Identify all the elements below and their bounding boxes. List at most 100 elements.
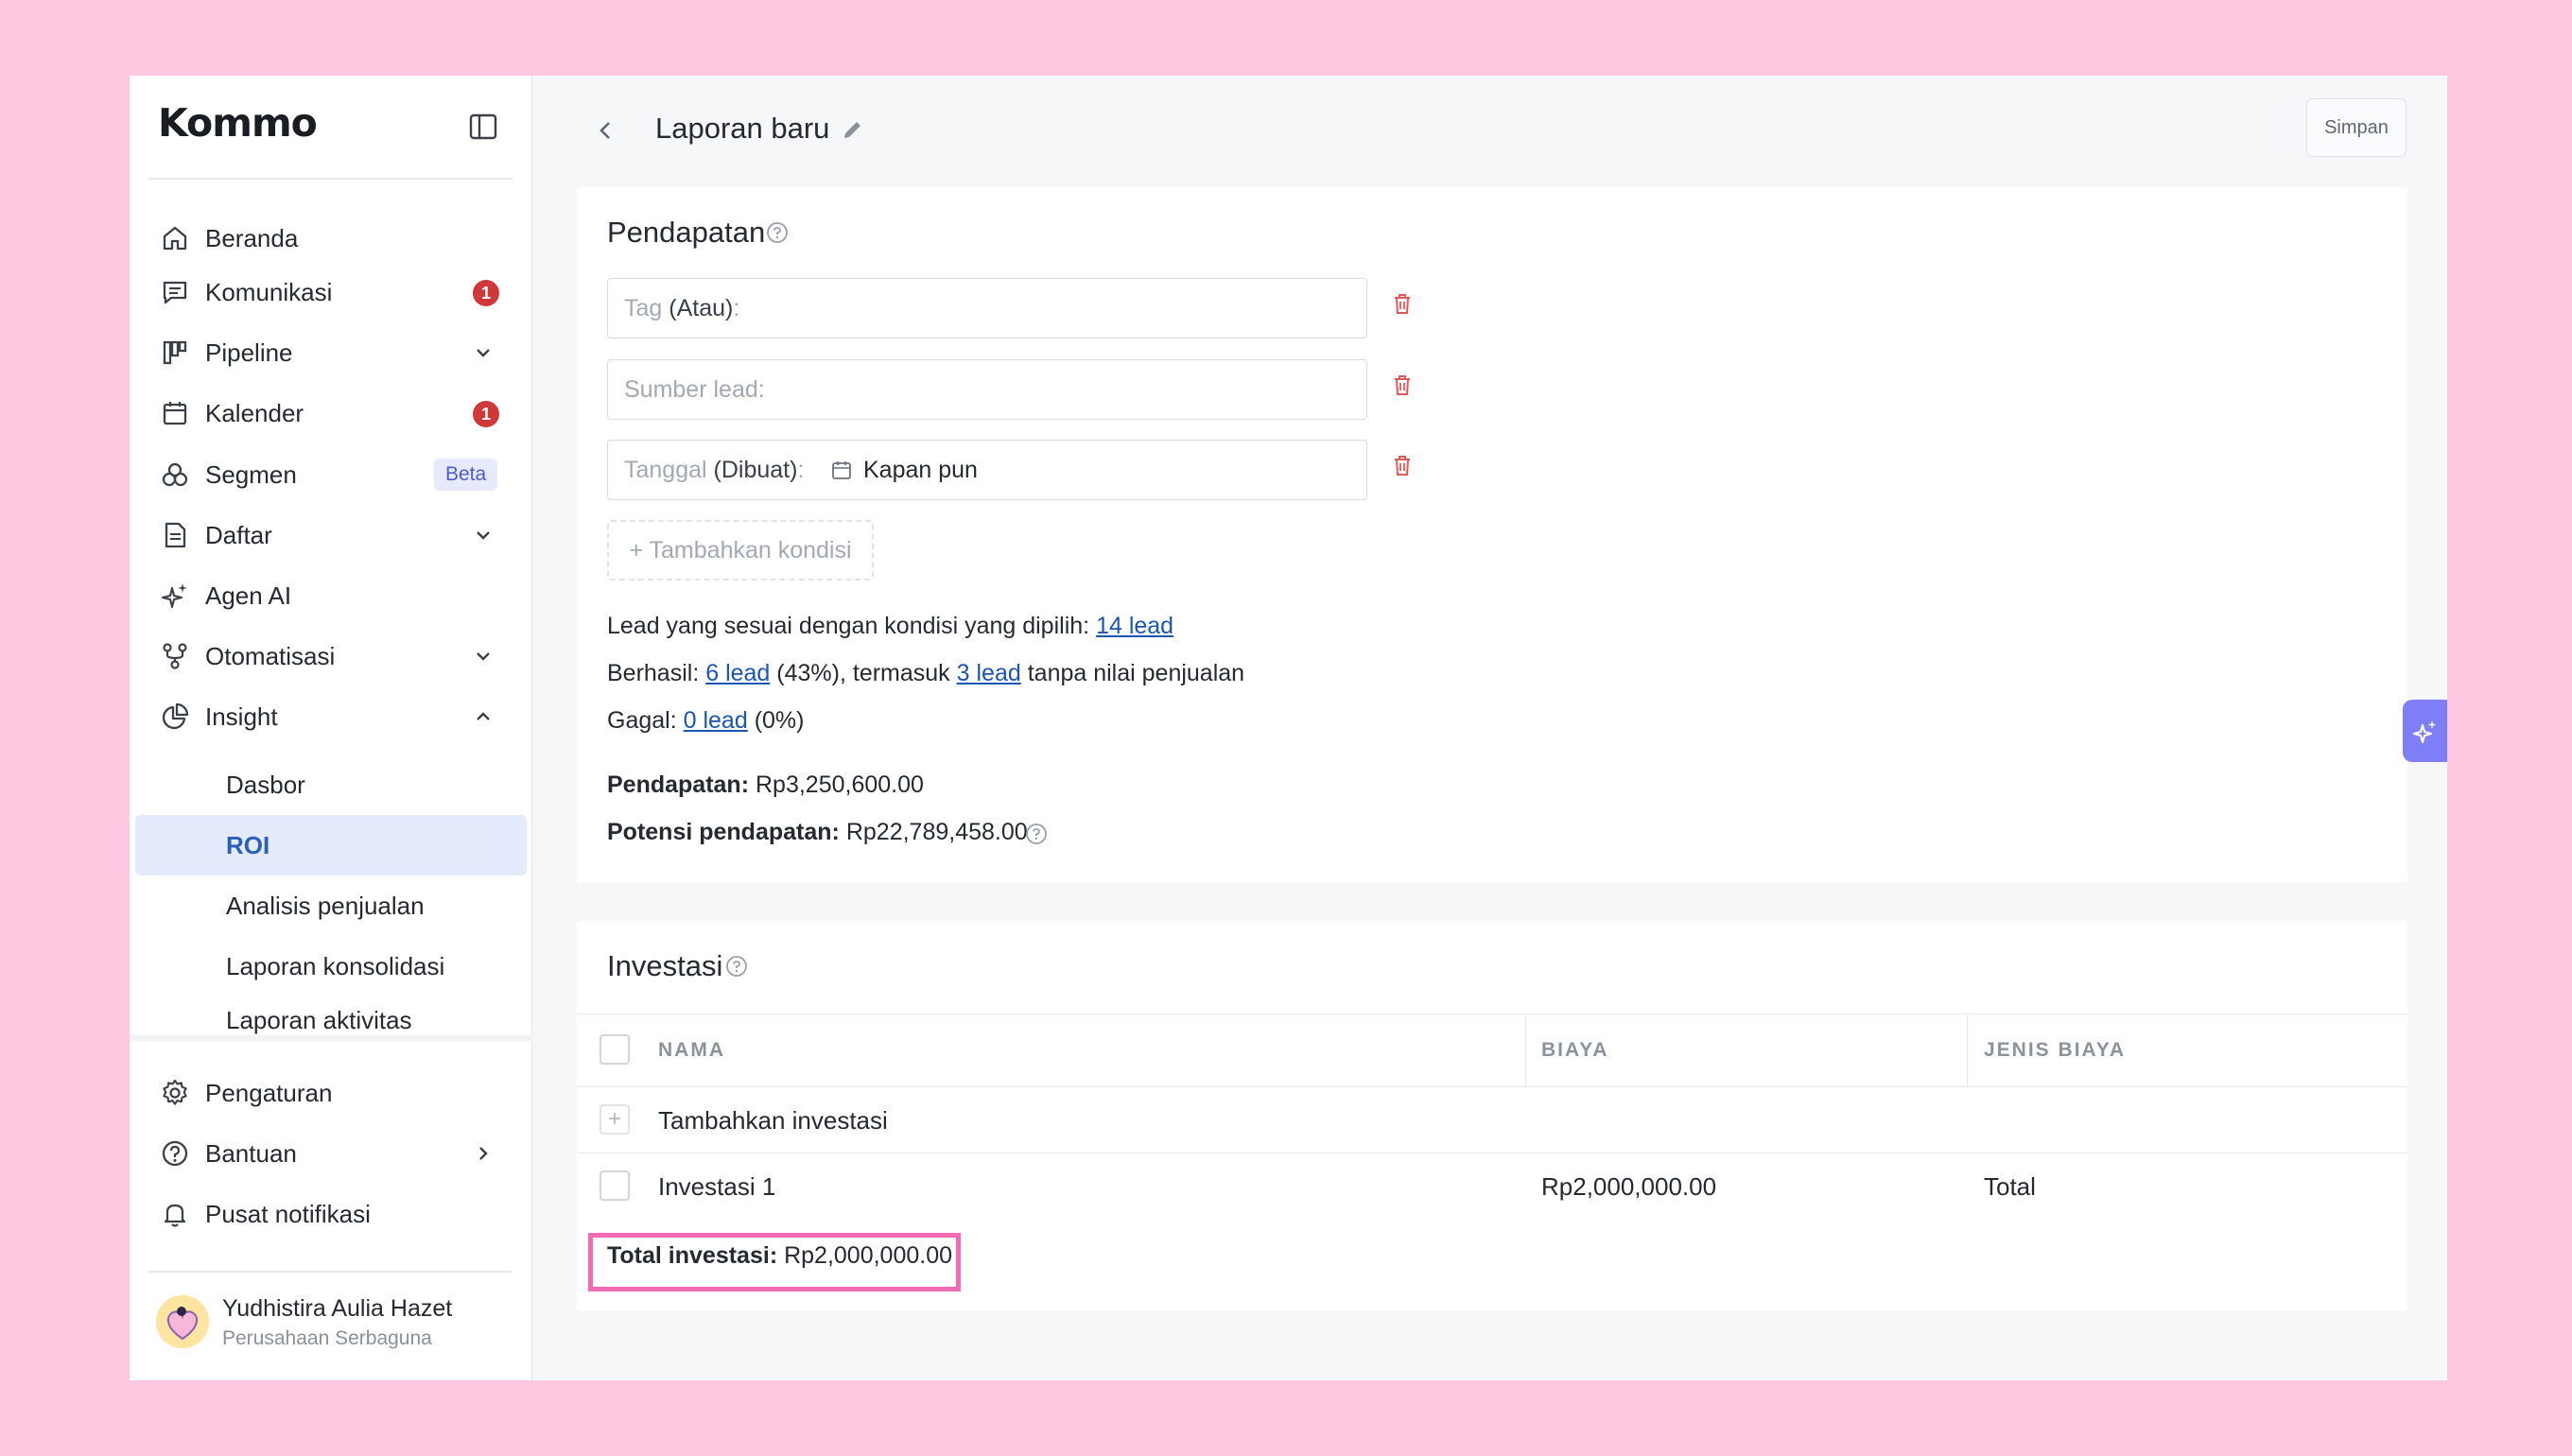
page-title: Laporan baru: [655, 112, 830, 145]
row-checkbox[interactable]: [600, 1170, 630, 1201]
sidebar-item-label: Segmen: [205, 459, 297, 489]
filter-qualifier: (Atau): [669, 295, 734, 321]
sidebar-subitem-laporan-konsolidasi[interactable]: Laporan konsolidasi: [135, 936, 532, 997]
back-arrow-icon[interactable]: [589, 113, 623, 147]
trash-icon[interactable]: [1390, 453, 1415, 477]
sidebar-subitem-roi[interactable]: ROI: [135, 815, 527, 875]
sidebar-item-beranda[interactable]: Beranda: [130, 212, 532, 265]
column-header-biaya[interactable]: BIAYA: [1541, 1014, 1608, 1086]
sidebar-item-pusat-notifikasi[interactable]: Pusat notifikasi: [130, 1187, 532, 1240]
sidebar-item-label: Pengaturan: [205, 1078, 333, 1107]
ai-assistant-button[interactable]: [2403, 700, 2447, 762]
sidebar-item-pipeline[interactable]: Pipeline: [130, 326, 532, 379]
date-filter-label: Tanggal (Dibuat):: [624, 457, 804, 484]
pencil-icon[interactable]: [841, 117, 865, 142]
chat-icon: [163, 281, 187, 304]
filter-suffix: :: [733, 295, 740, 321]
sidebar-item-pengaturan[interactable]: Pengaturan: [130, 1066, 532, 1119]
sidebar-item-label: Daftar: [205, 520, 272, 549]
sidebar-item-komunikasi[interactable]: Komunikasi 1: [130, 266, 532, 319]
chevron-down-icon: [477, 349, 490, 357]
investment-cost: Rp2,000,000.00: [1541, 1172, 1717, 1201]
investment-card: Investasi NAMA BIAYA JENIS BIAYA + Tamba…: [577, 921, 2407, 1310]
success-lead-link[interactable]: 6 lead: [705, 660, 770, 686]
sidebar-item-insight[interactable]: Insight: [130, 690, 532, 743]
avatar: [156, 1295, 209, 1348]
sidebar: Kommo Beranda Komunikasi 1 Pipeline Kale…: [130, 76, 532, 1380]
date-filter-field[interactable]: Tanggal (Dibuat): Kapan pun: [607, 440, 1367, 500]
sidebar-item-segmen[interactable]: Segmen Beta: [130, 448, 532, 501]
investment-name: Investasi 1: [658, 1172, 776, 1201]
sidebar-item-daftar[interactable]: Daftar: [130, 509, 532, 562]
chevron-right-icon: [479, 1147, 488, 1160]
sidebar-item-label: Beranda: [205, 223, 299, 252]
revenue-value: Rp3,250,600.00: [755, 771, 924, 798]
success-summary: Berhasil: 6 lead (43%), termasuk 3 lead …: [607, 660, 1244, 687]
column-header-jenis-biaya[interactable]: JENIS BIAYA: [1984, 1014, 2126, 1086]
fail-percent: (0%): [754, 707, 805, 734]
gear-icon: [163, 1079, 187, 1105]
column-header-nama[interactable]: NAMA: [658, 1014, 725, 1086]
save-button[interactable]: Simpan: [2306, 98, 2407, 157]
sidebar-subitem-dasbor[interactable]: Dasbor: [135, 754, 532, 815]
fail-lead-link[interactable]: 0 lead: [684, 707, 748, 734]
sidebar-subitem-label: ROI: [226, 830, 270, 859]
notification-badge: 1: [473, 280, 499, 306]
match-lead-link[interactable]: 14 lead: [1096, 613, 1173, 639]
column-divider: [1967, 1014, 1968, 1086]
sparkle-icon: [161, 583, 187, 609]
success-percent: (43%), termasuk: [776, 660, 950, 686]
lead-source-field[interactable]: Sumber lead:: [607, 359, 1367, 420]
user-name: Yudhistira Aulia Hazet: [222, 1295, 453, 1322]
potential-revenue: Potensi pendapatan: Rp22,789,458.00: [607, 819, 1028, 846]
sidebar-item-kalender[interactable]: Kalender 1: [130, 387, 532, 440]
help-icon[interactable]: [725, 955, 748, 978]
date-filter-value: Kapan pun: [863, 457, 978, 483]
select-all-checkbox[interactable]: [600, 1034, 630, 1065]
no-value-lead-link[interactable]: 3 lead: [957, 660, 1021, 686]
sidebar-item-otomatisasi[interactable]: Otomatisasi: [130, 630, 532, 683]
tag-filter-label: Tag (Atau):: [624, 295, 739, 322]
filter-suffix: :: [797, 457, 805, 483]
revenue-title: Pendapatan: [607, 216, 766, 249]
match-summary: Lead yang sesuai dengan kondisi yang dip…: [607, 613, 1173, 640]
sidebar-item-label: Insight: [205, 702, 278, 731]
sidebar-item-label: Otomatisasi: [205, 641, 336, 670]
sidebar-collapse-icon[interactable]: [468, 112, 498, 142]
sidebar-subitem-label: Dasbor: [226, 770, 305, 799]
app-window: Kommo Beranda Komunikasi 1 Pipeline Kale…: [130, 76, 2447, 1380]
total-label: Total investasi:: [607, 1242, 778, 1269]
sidebar-subitem-label: Analisis penjualan: [226, 891, 425, 920]
add-investment-row[interactable]: + Tambahkan investasi: [577, 1087, 2407, 1153]
revenue-label: Pendapatan:: [607, 771, 750, 798]
sidebar-divider: [148, 178, 513, 180]
help-icon: [162, 1140, 188, 1167]
sidebar-subitem-laporan-aktivitas[interactable]: Laporan aktivitas: [135, 997, 532, 1036]
help-icon[interactable]: [1025, 823, 1048, 845]
chevron-down-icon: [477, 652, 490, 661]
kommo-logo[interactable]: Kommo: [158, 104, 318, 143]
filter-qualifier: (Dibuat): [713, 457, 798, 483]
revenue-card: Pendapatan Tag (Atau): Sumber lead: Tang…: [577, 187, 2407, 883]
trash-icon[interactable]: [1390, 291, 1415, 316]
sidebar-item-agen-ai[interactable]: Agen AI: [130, 569, 532, 622]
trash-icon[interactable]: [1390, 373, 1415, 397]
success-tail: tanpa nilai penjualan: [1027, 660, 1245, 686]
lead-source-label: Sumber lead:: [624, 376, 765, 403]
automation-icon: [163, 643, 187, 669]
fail-label: Gagal:: [607, 707, 677, 734]
tag-filter-field[interactable]: Tag (Atau):: [607, 278, 1367, 338]
sidebar-subitem-analisis-penjualan[interactable]: Analisis penjualan: [135, 875, 532, 936]
total-value: Rp2,000,000.00: [784, 1242, 953, 1269]
sidebar-subitem-label: Laporan konsolidasi: [226, 951, 445, 980]
help-icon[interactable]: [766, 221, 789, 244]
add-investment-label[interactable]: Tambahkan investasi: [658, 1106, 888, 1135]
sidebar-item-bantuan[interactable]: Bantuan: [130, 1127, 532, 1180]
notification-badge: 1: [473, 401, 499, 427]
add-condition-button[interactable]: + Tambahkan kondisi: [607, 520, 874, 581]
sidebar-divider: [148, 1271, 513, 1273]
plus-icon[interactable]: +: [600, 1104, 630, 1135]
beta-tag: Beta: [434, 459, 498, 491]
table-row[interactable]: Investasi 1 Rp2,000,000.00 Total: [577, 1153, 2407, 1220]
bell-icon: [164, 1204, 186, 1227]
